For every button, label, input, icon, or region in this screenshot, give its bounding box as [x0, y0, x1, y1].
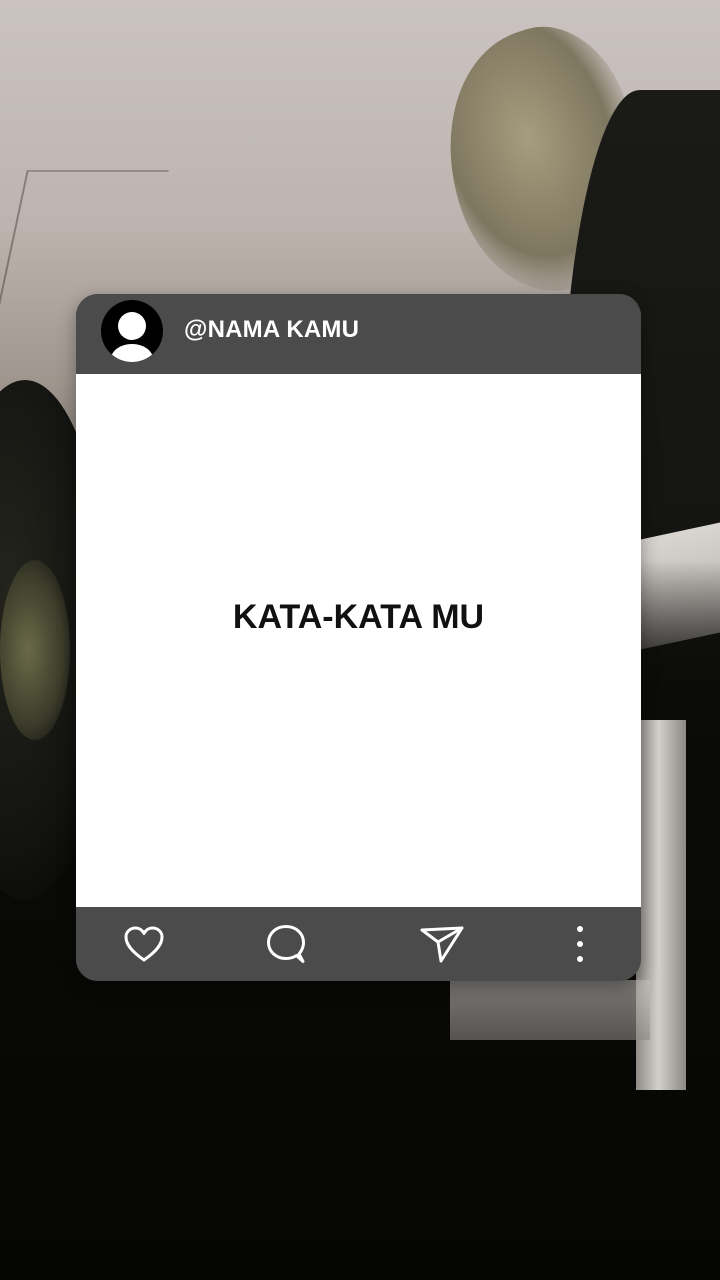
post-actions-bar [76, 907, 641, 981]
username[interactable]: @NAMA KAMU [184, 316, 359, 344]
comment-button[interactable] [261, 919, 311, 969]
heart-icon [124, 926, 164, 962]
avatar[interactable] [101, 300, 163, 362]
background-ground [450, 980, 650, 1040]
background-leaf-left [0, 560, 70, 740]
comment-icon [267, 925, 305, 963]
more-options-button[interactable] [555, 919, 605, 969]
like-button[interactable] [119, 919, 169, 969]
post-card: @NAMA KAMU KATA-KATA MU [76, 294, 641, 981]
share-button[interactable] [417, 919, 467, 969]
avatar-head-icon [118, 312, 146, 340]
avatar-body-icon [111, 344, 153, 362]
send-icon [420, 926, 464, 963]
more-vertical-icon [577, 926, 583, 962]
post-header: @NAMA KAMU [76, 294, 641, 374]
post-content: KATA-KATA MU [76, 374, 641, 907]
post-caption: KATA-KATA MU [232, 598, 485, 636]
